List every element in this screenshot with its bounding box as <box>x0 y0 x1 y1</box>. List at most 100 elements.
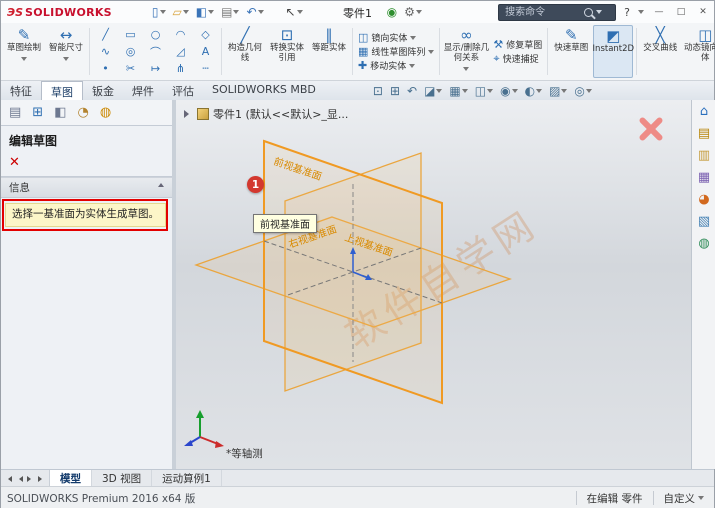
polygon-icon[interactable]: ◇ <box>201 28 209 41</box>
configuration-manager-tab[interactable]: ◧ <box>54 105 66 120</box>
select-button[interactable]: ↖ <box>286 6 303 18</box>
options-button[interactable]: ⚙ <box>404 6 422 18</box>
rectangle-icon[interactable]: ▭ <box>125 28 135 41</box>
hide-show-items-button[interactable]: ◉ <box>500 84 517 98</box>
tab-sheet-metal[interactable]: 钣金 <box>83 81 123 100</box>
quick-snaps-button[interactable]: ⌖ 快速捕捉 <box>491 52 544 66</box>
cancel-button[interactable]: ✕ <box>1 153 31 174</box>
customize-menu[interactable]: 自定义 <box>664 491 705 506</box>
minimize-button[interactable]: — <box>652 7 666 17</box>
view-orientation-label: *等轴测 <box>226 446 263 461</box>
display-delete-relations-button[interactable]: ∞ 显示/删除几何关系 <box>443 25 489 78</box>
tab-weldments[interactable]: 焊件 <box>123 81 163 100</box>
divider <box>636 28 637 75</box>
circle-icon[interactable]: ○ <box>151 28 161 41</box>
motion-study-tab[interactable]: 运动算例1 <box>152 470 222 487</box>
dimxpert-manager-tab[interactable]: ◔ <box>78 105 89 120</box>
first-tab-button[interactable] <box>4 473 13 484</box>
solidworks-resources-icon[interactable]: ⌂ <box>700 105 708 119</box>
point-icon[interactable]: • <box>102 62 109 75</box>
arc-icon[interactable]: ◠ <box>176 28 186 41</box>
command-manager-ribbon: ✎ 草图绘制 ↔ 智能尺寸 ╱ ▭ ○ ◠ ◇ ∿ ◎ ⌒ ◿ A • ✂ ↦ … <box>1 23 714 81</box>
open-button[interactable]: ▱ <box>173 6 189 18</box>
instant2d-button[interactable]: ◩ Instant2D <box>593 25 633 78</box>
search-input[interactable] <box>503 6 581 19</box>
title-bar: ЭS SOLIDWORKS ▯ ▱ ◧ ▤ ↶ ↖ ◉ ⚙ 零件1 ? — □ <box>1 1 714 24</box>
editing-status-label: 在编辑 零件 <box>587 491 643 506</box>
chevron-down-icon <box>428 50 434 57</box>
design-library-icon[interactable]: ▤ <box>698 127 710 141</box>
tab-sketch[interactable]: 草图 <box>41 81 83 100</box>
extend-icon[interactable]: ↦ <box>151 62 160 75</box>
open-folder-icon: ▱ <box>173 6 182 18</box>
tab-solidworks-mbd[interactable]: SOLIDWORKS MBD <box>203 81 325 100</box>
view-settings-button[interactable]: ◎ <box>574 84 591 98</box>
display-style-button[interactable]: ◫ <box>475 84 493 98</box>
sketch-entities-grid: ╱ ▭ ○ ◠ ◇ ∿ ◎ ⌒ ◿ A • ✂ ↦ ⋔ ┄ <box>93 25 218 78</box>
view-palette-icon[interactable]: ▦ <box>698 171 710 185</box>
fillet-icon[interactable]: ⌒ <box>150 44 161 60</box>
rapid-sketch-button[interactable]: ✎ 快速草图 <box>551 25 591 78</box>
chamfer-icon[interactable]: ◿ <box>176 45 184 58</box>
smart-dimension-button[interactable]: ↔ 智能尺寸 <box>46 25 86 78</box>
custom-properties-icon[interactable]: ▧ <box>698 215 710 229</box>
intersection-curve-button[interactable]: ╳ 交叉曲线 <box>640 25 680 78</box>
line-icon[interactable]: ╱ <box>102 28 109 41</box>
appearances-icon[interactable]: ◕ <box>698 193 709 207</box>
feature-tree-flyout[interactable]: 零件1 (默认<<默认>_显... <box>184 106 348 122</box>
construction-geometry-button[interactable]: ╱ 构造几何线 <box>225 25 265 78</box>
maximize-button[interactable]: □ <box>674 7 688 17</box>
apply-scene-button[interactable]: ▨ <box>549 84 567 98</box>
new-file-button[interactable]: ▯ <box>152 6 166 18</box>
divider <box>439 28 440 75</box>
view-orientation-button[interactable]: ▦ <box>449 84 467 98</box>
convert-entities-button[interactable]: ⊡ 转换实体引用 <box>267 25 307 78</box>
tab-evaluate[interactable]: 评估 <box>163 81 203 100</box>
close-button[interactable]: ✕ <box>696 7 710 17</box>
zoom-fit-button[interactable]: ⊡ <box>373 84 383 98</box>
sketch-button[interactable]: ✎ 草图绘制 <box>4 25 44 78</box>
dynamic-mirror-button[interactable]: ◫ 动态镜向实体 <box>682 25 715 78</box>
spline-icon[interactable]: ∿ <box>101 45 110 58</box>
display-manager-tab[interactable]: ◍ <box>100 105 111 120</box>
offset-entities-button[interactable]: ∥ 等距实体 <box>309 25 349 78</box>
linear-sketch-pattern-button[interactable]: ▦ 线性草图阵列 <box>356 45 436 58</box>
cancel-sketch-button[interactable] <box>634 112 668 146</box>
convert-entities-icon: ⊡ <box>281 27 294 44</box>
previous-tab-button[interactable] <box>15 473 24 484</box>
message-group-header[interactable]: 信息 <box>1 177 172 198</box>
centerline-icon[interactable]: ┄ <box>202 62 209 75</box>
3d-views-tab[interactable]: 3D 视图 <box>92 470 152 487</box>
command-search[interactable] <box>498 4 616 21</box>
forum-icon[interactable]: ◍ <box>698 237 709 251</box>
help-button[interactable]: ? <box>624 6 630 19</box>
previous-view-button[interactable]: ↶ <box>407 84 417 98</box>
ellipse-icon[interactable]: ◎ <box>126 45 136 58</box>
heads-up-view-toolbar: ⊡ ⊞ ↶ ◪ ▦ ◫ ◉ ◐ ▨ ◎ <box>373 81 592 100</box>
edit-appearance-button[interactable]: ◐ <box>525 84 542 98</box>
orientation-triad <box>182 407 228 453</box>
next-tab-button[interactable] <box>26 473 35 484</box>
last-tab-button[interactable] <box>37 473 46 484</box>
display-delete-relations-label: 显示/删除几何关系 <box>443 44 489 64</box>
repair-sketch-button[interactable]: ⚒ 修复草图 <box>491 38 544 51</box>
file-explorer-icon[interactable]: ▥ <box>698 149 710 163</box>
main-area: ▤ ⊞ ◧ ◔ ◍ 编辑草图 ✕ 信息 选择一基准面为实体生成草图。 软件自学网 <box>1 100 714 469</box>
trim-icon[interactable]: ✂ <box>126 62 135 75</box>
model-tab[interactable]: 模型 <box>50 470 92 487</box>
text-icon[interactable]: A <box>202 45 210 58</box>
zoom-area-button[interactable]: ⊞ <box>390 84 400 98</box>
rebuild-button[interactable]: ◉ <box>387 6 397 18</box>
section-view-button[interactable]: ◪ <box>424 84 442 98</box>
tab-features[interactable]: 特征 <box>1 81 41 100</box>
move-entities-button[interactable]: ✚ 移动实体 <box>356 59 436 72</box>
feature-manager-tab[interactable]: ▤ <box>9 105 21 120</box>
property-manager-tab[interactable]: ⊞ <box>32 105 43 120</box>
split-entities-icon[interactable]: ⋔ <box>176 62 185 75</box>
expand-tree-icon[interactable] <box>184 110 193 118</box>
undo-button[interactable]: ↶ <box>246 6 263 18</box>
graphics-area[interactable]: 软件自学网 前视基准面 上视基准面 右视基准面 <box>176 100 691 469</box>
mirror-entities-button[interactable]: ◫ 镜向实体 <box>356 31 436 44</box>
save-button[interactable]: ◧ <box>196 6 214 18</box>
print-button[interactable]: ▤ <box>221 6 239 18</box>
